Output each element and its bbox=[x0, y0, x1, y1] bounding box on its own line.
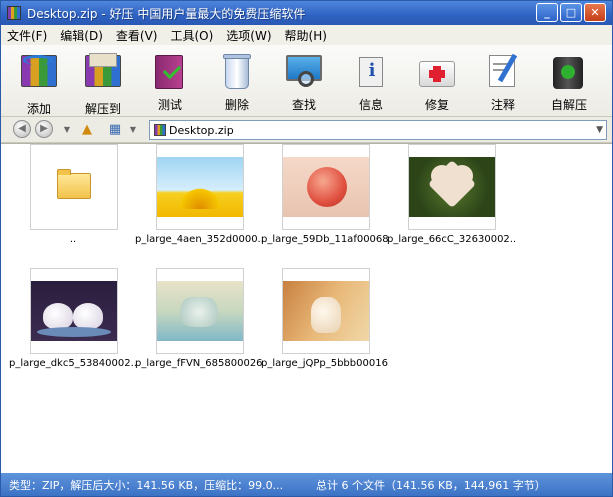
file-name: p_large_4aen_352d0000... bbox=[135, 234, 263, 245]
list-item[interactable]: p_large_66cC_32630002... bbox=[387, 144, 515, 254]
toolbar: 添加 解压到 测试 删除 查找 i 信息 修复 注释 自解压 bbox=[1, 45, 612, 117]
glove-image bbox=[283, 281, 369, 341]
repair-button[interactable]: 修复 bbox=[405, 49, 469, 113]
delete-label: 删除 bbox=[224, 98, 249, 112]
menu-options[interactable]: 选项(W) bbox=[226, 27, 271, 44]
file-thumbnail bbox=[30, 144, 118, 230]
file-list: .. p_large_4aen_352d0000... p_large_59Db… bbox=[1, 143, 612, 473]
sfx-button[interactable]: 自解压 bbox=[537, 49, 601, 113]
find-button[interactable]: 查找 bbox=[272, 49, 336, 113]
add-archive-icon bbox=[19, 55, 59, 95]
repair-label: 修复 bbox=[424, 98, 449, 112]
extract-button[interactable]: 解压到 bbox=[71, 49, 135, 116]
test-button[interactable]: 测试 bbox=[138, 49, 202, 113]
app-window: Desktop.zip - 好压 中国用户量最大的免费压缩软件 _ □ ✕ 文件… bbox=[0, 0, 613, 497]
title-bar[interactable]: Desktop.zip - 好压 中国用户量最大的免费压缩软件 _ □ ✕ bbox=[1, 1, 612, 25]
comment-label: 注释 bbox=[490, 98, 515, 112]
recycle-bin-icon bbox=[217, 51, 257, 91]
menu-tools[interactable]: 工具(O) bbox=[170, 27, 213, 44]
file-name: p_large_59Db_11af00068... bbox=[261, 234, 389, 245]
status-bar: 类型：ZIP，解压后大小：141.56 KB，压缩比：99.0... 总计 6 … bbox=[1, 473, 612, 496]
add-button[interactable]: 添加 bbox=[7, 49, 71, 116]
zip-file-icon bbox=[154, 124, 166, 136]
info-label: 信息 bbox=[358, 98, 383, 112]
list-item[interactable]: p_large_4aen_352d0000... bbox=[135, 144, 263, 254]
path-field[interactable]: Desktop.zip ▼ bbox=[149, 120, 607, 140]
file-name: .. bbox=[69, 234, 77, 245]
list-item[interactable]: p_large_jQPp_5bbb00016... bbox=[261, 268, 389, 378]
view-dropdown-icon[interactable]: ▼ bbox=[125, 122, 141, 138]
comment-icon bbox=[483, 51, 523, 91]
extract-icon bbox=[83, 53, 123, 95]
find-label: 查找 bbox=[291, 98, 316, 112]
file-thumbnail bbox=[156, 268, 244, 354]
file-thumbnail bbox=[30, 268, 118, 354]
apple-image bbox=[283, 157, 369, 217]
heart-image bbox=[409, 157, 495, 217]
archive-info: 类型：ZIP，解压后大小：141.56 KB，压缩比：99.0... bbox=[9, 478, 284, 492]
comment-button[interactable]: 注释 bbox=[471, 49, 535, 113]
test-label: 测试 bbox=[157, 98, 182, 112]
list-item[interactable]: p_large_59Db_11af00068... bbox=[261, 144, 389, 254]
file-name: p_large_66cC_32630002... bbox=[387, 234, 515, 245]
test-icon bbox=[150, 51, 190, 91]
minimize-button[interactable]: _ bbox=[536, 3, 558, 22]
forward-button[interactable]: ▶ bbox=[35, 120, 53, 138]
menu-bar: 文件(F) 编辑(D) 查看(V) 工具(O) 选项(W) 帮助(H) bbox=[1, 25, 612, 45]
file-thumbnail bbox=[282, 268, 370, 354]
extract-label: 解压到 bbox=[84, 102, 121, 116]
path-text: Desktop.zip bbox=[169, 123, 234, 137]
cats-image bbox=[31, 281, 117, 341]
find-icon bbox=[284, 51, 324, 91]
sunflower-image bbox=[157, 157, 243, 217]
menu-view[interactable]: 查看(V) bbox=[116, 27, 158, 44]
self-extract-icon bbox=[549, 51, 589, 91]
close-button[interactable]: ✕ bbox=[584, 3, 606, 22]
view-mode-icon[interactable]: ▦ bbox=[107, 122, 123, 138]
menu-help[interactable]: 帮助(H) bbox=[285, 27, 327, 44]
folder-up-icon[interactable]: ▲ bbox=[79, 122, 95, 138]
file-name: p_large_dkc5_53840002... bbox=[9, 358, 137, 369]
file-count: 总计 6 个文件（141.56 KB，144,961 字节） bbox=[316, 478, 546, 492]
folder-icon bbox=[57, 173, 91, 199]
menu-file[interactable]: 文件(F) bbox=[7, 27, 47, 44]
file-thumbnail bbox=[156, 144, 244, 230]
back-button[interactable]: ◀ bbox=[13, 120, 31, 138]
file-name: p_large_jQPp_5bbb00016... bbox=[261, 358, 389, 369]
list-item[interactable]: p_large_dkc5_53840002... bbox=[9, 268, 137, 378]
list-item[interactable]: p_large_fFVN_685800026... bbox=[135, 268, 263, 378]
sfx-label: 自解压 bbox=[550, 98, 587, 112]
hands-image bbox=[157, 281, 243, 341]
info-button[interactable]: i 信息 bbox=[339, 49, 403, 113]
delete-button[interactable]: 删除 bbox=[205, 49, 269, 113]
maximize-button[interactable]: □ bbox=[560, 3, 582, 22]
file-thumbnail bbox=[282, 144, 370, 230]
history-dropdown-icon[interactable]: ▼ bbox=[59, 122, 75, 138]
first-aid-kit-icon bbox=[417, 51, 457, 91]
winrar-books-icon bbox=[7, 6, 21, 20]
file-name: p_large_fFVN_685800026... bbox=[135, 358, 263, 369]
path-dropdown-icon[interactable]: ▼ bbox=[596, 125, 603, 135]
menu-edit[interactable]: 编辑(D) bbox=[60, 27, 103, 44]
file-thumbnail bbox=[408, 144, 496, 230]
list-item[interactable]: .. bbox=[9, 144, 137, 254]
window-title: Desktop.zip - 好压 中国用户量最大的免费压缩软件 bbox=[27, 6, 306, 21]
info-icon: i bbox=[351, 51, 391, 91]
address-bar: ◀ ▶ ▼ ▲ ▦ ▼ Desktop.zip ▼ bbox=[1, 117, 612, 143]
add-label: 添加 bbox=[26, 102, 51, 116]
